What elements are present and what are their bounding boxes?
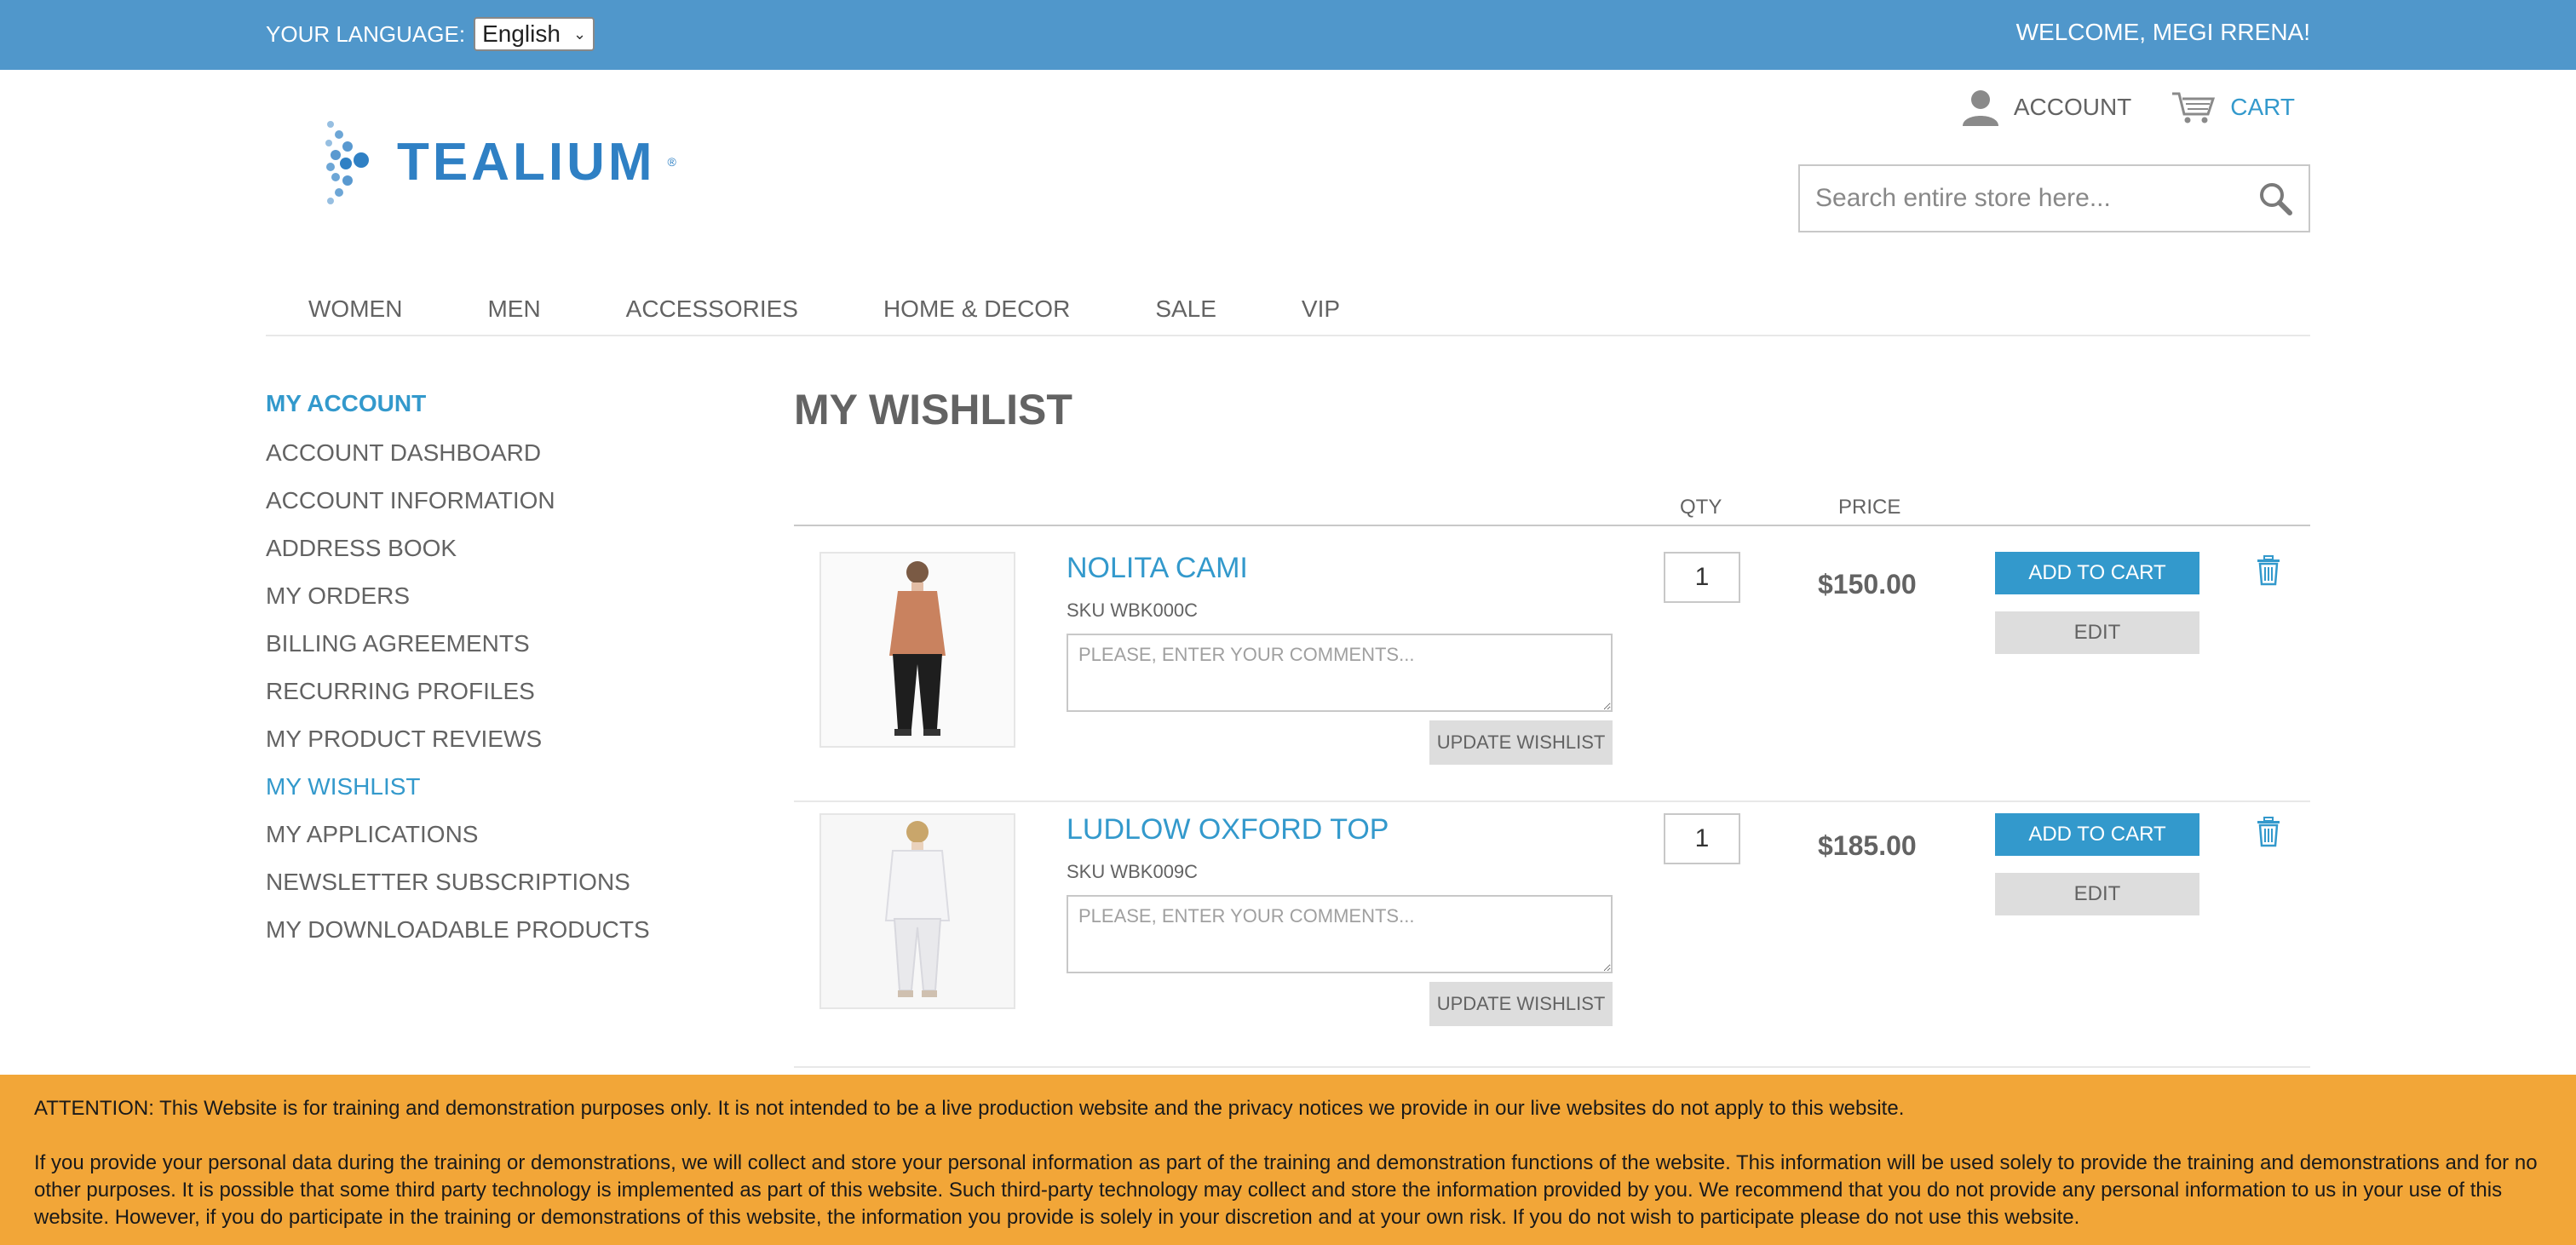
- update-wishlist-button[interactable]: UPDATE WISHLIST: [1429, 982, 1613, 1026]
- account-link[interactable]: ACCOUNT: [1961, 89, 2131, 126]
- table-header-divider: [794, 525, 2310, 526]
- cart-link[interactable]: CART: [2171, 90, 2295, 124]
- language-label: YOUR LANGUAGE:: [266, 20, 466, 47]
- chevron-down-icon: ⌄: [572, 25, 587, 43]
- page-title: MY WISHLIST: [794, 386, 1072, 433]
- quantity-input[interactable]: 1: [1664, 813, 1740, 864]
- product-top-shape: [884, 850, 951, 921]
- product-price: $185.00: [1818, 830, 1917, 861]
- nav-item-women[interactable]: WOMEN: [266, 290, 445, 328]
- sidebar-item-newsletter-subscriptions[interactable]: NEWSLETTER SUBSCRIPTIONS: [266, 867, 650, 915]
- nav-item-men[interactable]: MEN: [445, 290, 583, 328]
- trash-icon[interactable]: [2256, 555, 2281, 586]
- logo-text: TEALIUM: [397, 132, 656, 192]
- account-links: ACCOUNT CART: [1961, 89, 2295, 126]
- comment-field[interactable]: [1067, 895, 1613, 973]
- trash-icon[interactable]: [2256, 817, 2281, 847]
- product-image[interactable]: [819, 552, 1015, 748]
- product-price: $150.00: [1818, 569, 1917, 600]
- column-header-qty: QTY: [1680, 496, 1722, 519]
- language-switcher: YOUR LANGUAGE: English ⌄: [266, 17, 595, 51]
- nav-item-vip[interactable]: VIP: [1259, 290, 1383, 328]
- sidebar-item-recurring-profiles[interactable]: RECURRING PROFILES: [266, 676, 650, 724]
- product-name-link[interactable]: NOLITA CAMI: [1067, 552, 1248, 585]
- language-select[interactable]: English ⌄: [474, 17, 595, 51]
- sidebar-item-billing-agreements[interactable]: BILLING AGREEMENTS: [266, 628, 650, 676]
- row-divider: [794, 800, 2310, 802]
- update-wishlist-button[interactable]: UPDATE WISHLIST: [1429, 720, 1613, 765]
- wishlist-row: LUDLOW OXFORD TOP SKU WBK009C UPDATE WIS…: [794, 813, 2310, 1052]
- sidebar-item-account-dashboard[interactable]: ACCOUNT DASHBOARD: [266, 438, 650, 485]
- sidebar-item-my-orders[interactable]: MY ORDERS: [266, 581, 650, 628]
- nav-item-sale[interactable]: SALE: [1113, 290, 1259, 328]
- sidebar-item-my-downloadable-products[interactable]: MY DOWNLOADABLE PRODUCTS: [266, 915, 650, 962]
- top-bar: YOUR LANGUAGE: English ⌄ WELCOME, MEGI R…: [0, 0, 2576, 70]
- sidebar-title: MY ACCOUNT: [266, 390, 427, 416]
- row-divider: [794, 1066, 2310, 1068]
- language-value: English: [482, 20, 561, 47]
- sidebar-item-my-product-reviews[interactable]: MY PRODUCT REVIEWS: [266, 724, 650, 772]
- comment-field[interactable]: [1067, 634, 1613, 712]
- product-sku: SKU WBK009C: [1067, 861, 1199, 882]
- notice-attention-text: ATTENTION: This Website is for training …: [34, 1097, 1905, 1120]
- sidebar-item-account-information[interactable]: ACCOUNT INFORMATION: [266, 485, 650, 533]
- add-to-cart-button[interactable]: ADD TO CART: [1995, 552, 2199, 594]
- add-to-cart-button[interactable]: ADD TO CART: [1995, 813, 2199, 856]
- sidebar-item-my-wishlist[interactable]: MY WISHLIST: [266, 772, 650, 819]
- welcome-message: WELCOME, MEGI RRENA!: [2015, 19, 2310, 45]
- search-input[interactable]: [1815, 184, 2257, 213]
- search-box: [1798, 164, 2310, 232]
- product-image[interactable]: [819, 813, 1015, 1009]
- registered-mark: ®: [667, 155, 676, 169]
- logo-dots-icon: [325, 121, 369, 204]
- site-logo[interactable]: TEALIUM ®: [324, 118, 676, 206]
- wishlist-row: NOLITA CAMI SKU WBK000C UPDATE WISHLIST …: [794, 552, 2310, 790]
- sidebar-item-my-applications[interactable]: MY APPLICATIONS: [266, 819, 650, 867]
- cart-label: CART: [2230, 94, 2295, 120]
- quantity-input[interactable]: 1: [1664, 552, 1740, 603]
- nav-item-home-decor[interactable]: HOME & DECOR: [841, 290, 1113, 328]
- edit-button[interactable]: EDIT: [1995, 611, 2199, 654]
- product-top-shape: [889, 591, 946, 656]
- main-nav: WOMEN MEN ACCESSORIES HOME & DECOR SALE …: [266, 290, 2310, 336]
- account-sidebar: MY ACCOUNT ACCOUNT DASHBOARD ACCOUNT INF…: [266, 390, 650, 962]
- column-header-price: PRICE: [1838, 496, 1901, 519]
- cart-icon: [2172, 92, 2216, 123]
- product-name-link[interactable]: LUDLOW OXFORD TOP: [1067, 813, 1389, 846]
- search-icon[interactable]: [2257, 181, 2293, 216]
- notice-personal-data-text: If you provide your personal data during…: [34, 1151, 2538, 1229]
- privacy-notice-banner: ATTENTION: This Website is for training …: [0, 1075, 2576, 1245]
- nav-item-accessories[interactable]: ACCESSORIES: [584, 290, 841, 328]
- sidebar-item-address-book[interactable]: ADDRESS BOOK: [266, 533, 650, 581]
- account-label: ACCOUNT: [2013, 94, 2132, 120]
- edit-button[interactable]: EDIT: [1995, 873, 2199, 915]
- product-sku: SKU WBK000C: [1067, 600, 1199, 621]
- user-icon: [1962, 90, 1998, 126]
